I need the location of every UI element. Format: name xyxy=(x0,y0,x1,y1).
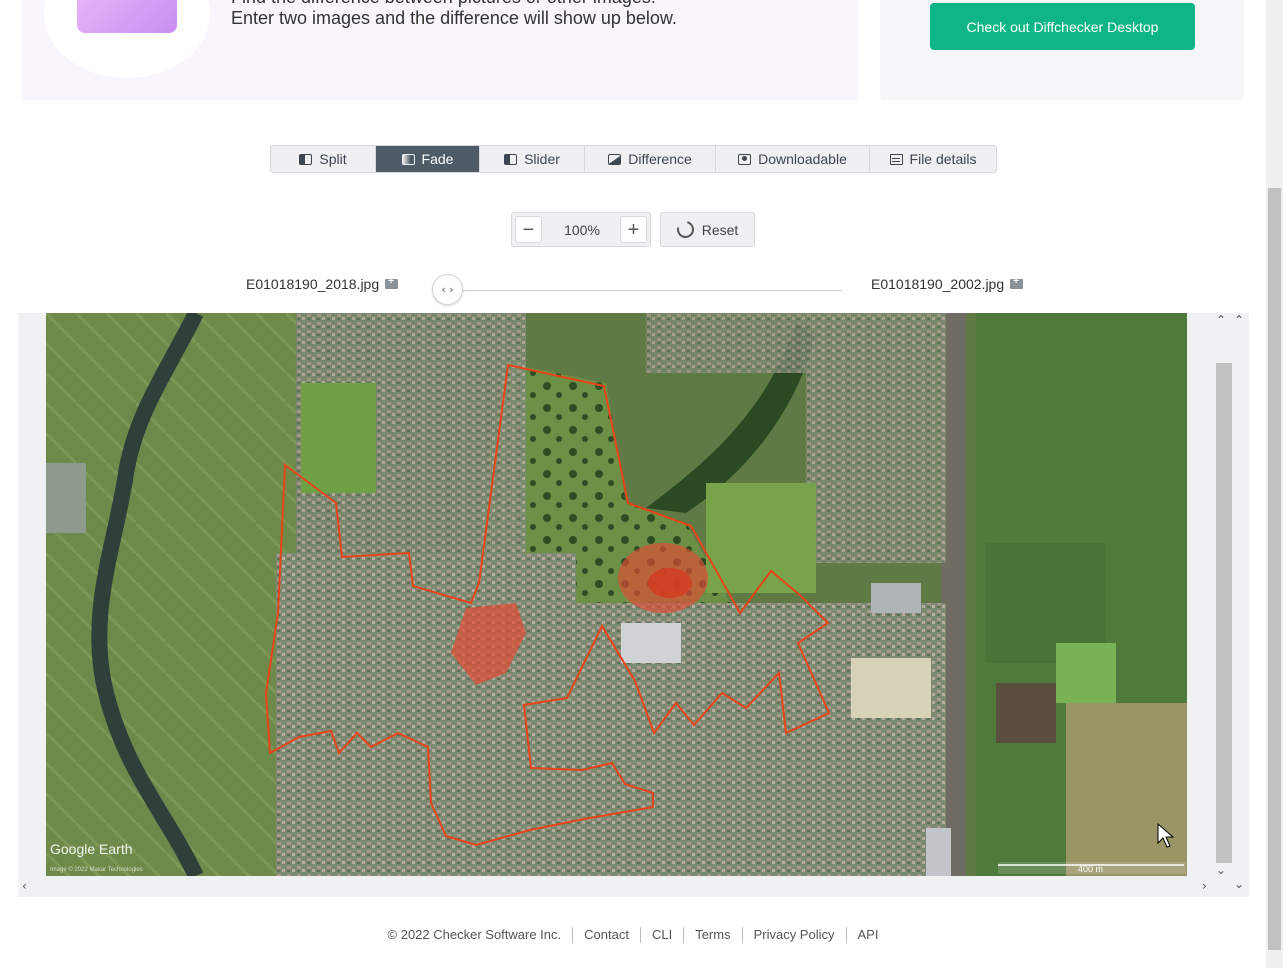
tab-slider[interactable]: Slider xyxy=(480,146,585,172)
scroll-left-arrow-icon[interactable]: ‹ xyxy=(22,879,27,893)
file-details-icon xyxy=(889,153,903,165)
reset-label: Reset xyxy=(701,221,739,238)
scroll-up-arrow-icon[interactable]: ⌃ xyxy=(1216,313,1226,327)
tab-label: Difference xyxy=(628,151,692,167)
tab-file-details[interactable]: File details xyxy=(870,146,996,172)
zoom-level: 100% xyxy=(564,221,600,238)
footer-link-terms[interactable]: Terms xyxy=(684,927,743,943)
promo-box: Check out Diffchecker Desktop xyxy=(880,0,1244,100)
page-vertical-scroll-thumb[interactable] xyxy=(1268,188,1281,950)
image-viewer: 400 m Google Earth Image © 2022 Maxar Te… xyxy=(18,313,1249,897)
image-vertical-scroll-thumb[interactable] xyxy=(1216,363,1232,863)
fade-slider-handle[interactable]: ‹ › xyxy=(432,274,463,305)
google-earth-watermark: Google Earth xyxy=(50,841,133,857)
tab-label: Fade xyxy=(421,151,454,167)
scroll-down-arrow-icon[interactable]: ⌄ xyxy=(1234,877,1244,891)
scroll-down-arrow-icon[interactable]: ⌄ xyxy=(1216,863,1226,877)
footer-link-privacy[interactable]: Privacy Policy xyxy=(743,927,847,943)
right-file-name: E01018190_2002.jpg xyxy=(871,276,1005,292)
camera-icon xyxy=(738,153,752,165)
imagery-credit: Image © 2022 Maxar Technologies xyxy=(50,866,143,873)
scale-label: 400 m xyxy=(1078,864,1103,874)
split-view-icon xyxy=(299,153,313,165)
left-file-name: E01018190_2018.jpg xyxy=(246,276,380,292)
tab-fade[interactable]: Fade xyxy=(376,146,480,172)
fade-slider-track[interactable] xyxy=(448,290,842,291)
intro-banner: Find the difference between pictures or … xyxy=(22,0,858,100)
footer-link-api[interactable]: API xyxy=(847,927,890,943)
zoom-control: − 100% + xyxy=(511,212,651,247)
view-mode-tabs: Split Fade Slider Difference Downloadabl… xyxy=(270,145,997,173)
footer: © 2022 Checker Software Inc. Contact CLI… xyxy=(0,927,1266,943)
change-file-icon[interactable] xyxy=(385,276,399,289)
aerial-image: 400 m Google Earth Image © 2022 Maxar Te… xyxy=(46,313,1187,876)
tab-label: Split xyxy=(319,151,347,167)
scroll-up-arrow-icon[interactable]: ⌃ xyxy=(1234,313,1244,327)
fade-view-icon xyxy=(401,153,415,165)
left-file-label: E01018190_2018.jpg xyxy=(246,276,399,292)
diffchecker-desktop-button[interactable]: Check out Diffchecker Desktop xyxy=(930,3,1195,50)
tab-label: Slider xyxy=(524,151,560,167)
footer-link-cli[interactable]: CLI xyxy=(641,927,685,943)
zoom-in-button[interactable]: + xyxy=(620,216,647,243)
zoom-out-button[interactable]: − xyxy=(515,216,542,243)
scroll-right-arrow-icon[interactable]: › xyxy=(1202,879,1207,893)
right-file-label: E01018190_2002.jpg xyxy=(871,276,1024,292)
tab-difference[interactable]: Difference xyxy=(585,146,716,172)
reset-icon xyxy=(673,217,697,242)
footer-link-contact[interactable]: Contact xyxy=(573,927,641,943)
tab-label: Downloadable xyxy=(758,151,847,167)
difference-view-icon xyxy=(608,153,622,165)
mouse-cursor-icon xyxy=(1157,823,1175,848)
tab-downloadable[interactable]: Downloadable xyxy=(716,146,870,172)
banner-line-2: Enter two images and the difference will… xyxy=(231,8,677,28)
footer-copyright: © 2022 Checker Software Inc. xyxy=(377,927,574,943)
aerial-map-svg: 400 m Google Earth Image © 2022 Maxar Te… xyxy=(46,313,1187,876)
slider-view-icon xyxy=(504,153,518,165)
image-logo-icon xyxy=(77,0,177,33)
reset-button[interactable]: Reset xyxy=(660,212,755,247)
tab-label: File details xyxy=(909,151,977,167)
change-file-icon[interactable] xyxy=(1010,276,1024,289)
tab-split[interactable]: Split xyxy=(271,146,376,172)
